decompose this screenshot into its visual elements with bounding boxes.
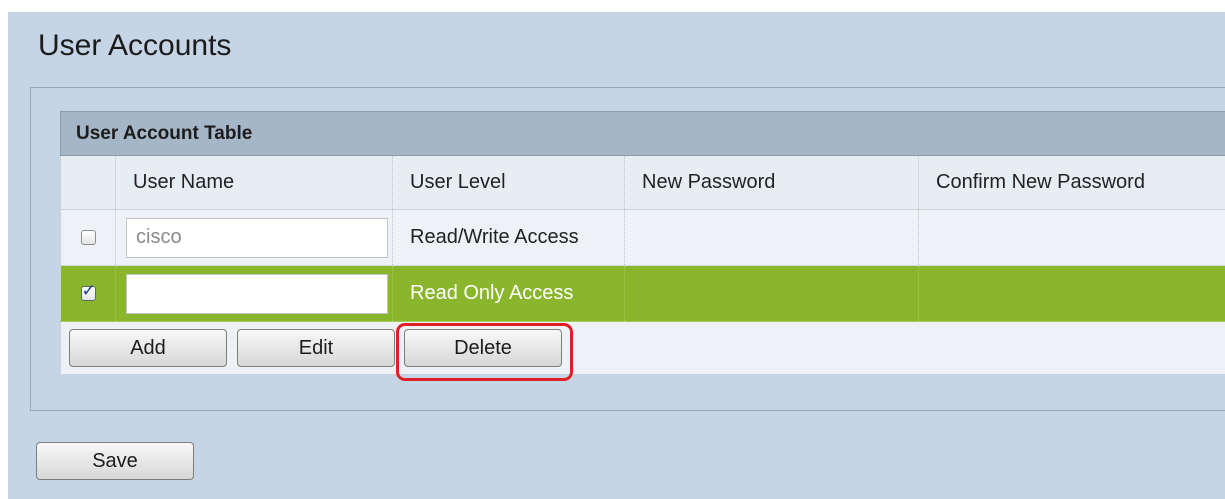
page-content: User Accounts User Account Table User Na… xyxy=(8,12,1225,499)
table-row-selected[interactable]: ✓ Read Only Access xyxy=(60,265,1225,322)
row-checkbox-selected[interactable]: ✓ xyxy=(80,281,96,302)
edit-button[interactable]: Edit xyxy=(237,329,395,367)
user-account-table-wrap: User Account Table User Name User Level … xyxy=(59,111,1225,381)
column-header-confirm-password: Confirm New Password xyxy=(918,155,1225,210)
user-level-cell: Read Only Access xyxy=(392,265,625,322)
row-select-cell: ✓ xyxy=(60,265,116,322)
column-header-user-level: User Level xyxy=(392,155,625,210)
table-actions-row: Add Edit Delete xyxy=(59,321,1225,381)
user-account-panel: User Account Table User Name User Level … xyxy=(30,87,1225,411)
table-caption: User Account Table xyxy=(59,111,1225,156)
new-password-cell xyxy=(624,209,919,266)
user-name-cell xyxy=(115,209,393,266)
column-header-new-password: New Password xyxy=(624,155,919,210)
user-level-cell: Read/Write Access xyxy=(392,209,625,266)
confirm-password-cell xyxy=(918,209,1225,266)
row-checkbox-cisco[interactable] xyxy=(80,230,96,246)
add-button[interactable]: Add xyxy=(69,329,227,367)
column-header-select xyxy=(60,155,116,210)
page-title: User Accounts xyxy=(38,29,232,62)
column-header-user-name: User Name xyxy=(115,155,393,210)
delete-button[interactable]: Delete xyxy=(404,329,562,367)
user-name-cell xyxy=(115,265,393,322)
checkmark-icon: ✓ xyxy=(81,281,96,301)
confirm-password-cell xyxy=(918,265,1225,322)
table-row[interactable]: Read/Write Access xyxy=(60,209,1225,266)
user-name-input-cisco[interactable] xyxy=(126,217,388,258)
table-actions-cell: Add Edit Delete xyxy=(59,321,1225,381)
user-name-input-selected[interactable] xyxy=(126,273,388,314)
table-header-row: User Name User Level New Password Confir… xyxy=(60,155,1225,210)
row-select-cell xyxy=(60,209,116,266)
save-button[interactable]: Save xyxy=(36,442,194,480)
user-account-table: User Account Table User Name User Level … xyxy=(59,111,1225,381)
new-password-cell xyxy=(624,265,919,322)
table-actions: Add Edit Delete xyxy=(61,322,1225,381)
